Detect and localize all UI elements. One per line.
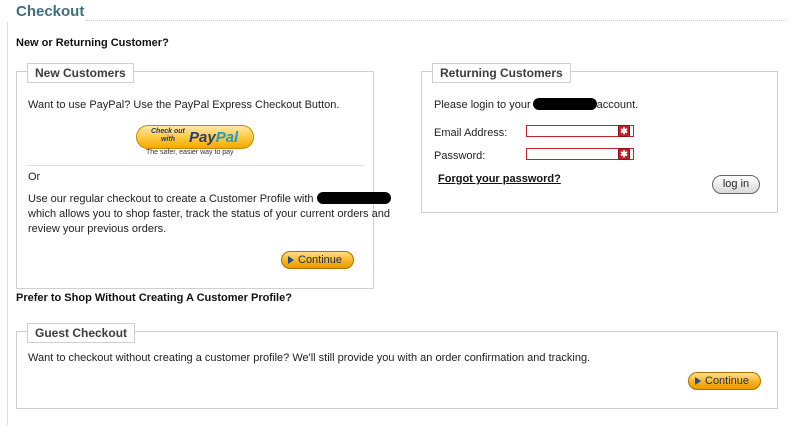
new-or-returning-heading: New or Returning Customer? (16, 37, 169, 49)
guest-checkout-legend: Guest Checkout (27, 323, 136, 343)
redacted-store-name (532, 98, 597, 110)
section-divider (26, 165, 364, 166)
guest-checkout-panel: Guest Checkout Want to checkout without … (16, 323, 778, 409)
returning-customers-panel: Returning Customers Please login to your… (421, 63, 778, 213)
forgot-password-link[interactable]: Forgot your password? (438, 173, 561, 185)
new-customers-panel: New Customers Want to use PayPal? Use th… (16, 63, 391, 289)
regular-checkout-text: Use our regular checkout to create a Cus… (28, 192, 391, 235)
required-asterisk-icon: ✱ (618, 148, 630, 160)
arrow-right-icon (288, 256, 294, 264)
new-customer-continue-button[interactable]: Continue (281, 251, 354, 269)
page-title: Checkout (16, 3, 85, 20)
or-label: Or (28, 171, 41, 183)
redacted-store-name (316, 192, 391, 204)
required-asterisk-icon: ✱ (618, 125, 630, 137)
paypal-intro-text: Want to use PayPal? Use the PayPal Expre… (28, 99, 340, 111)
login-button[interactable]: log in (712, 175, 760, 194)
paypal-tagline: The safer, easier way to pay (146, 149, 234, 156)
returning-customers-legend: Returning Customers (432, 63, 571, 83)
email-label: Email Address: (434, 127, 508, 139)
paypal-logo: PayPal (189, 129, 239, 146)
password-label: Password: (434, 150, 486, 162)
new-customers-legend: New Customers (27, 63, 134, 83)
guest-continue-button[interactable]: Continue (688, 372, 761, 390)
guest-checkout-prompt: Prefer to Shop Without Creating A Custom… (16, 292, 292, 304)
paypal-checkout-text: Check out with (151, 128, 185, 143)
arrow-right-icon (695, 377, 701, 385)
title-divider (86, 20, 786, 21)
page-left-border (7, 22, 8, 425)
guest-checkout-description: Want to checkout without creating a cust… (28, 352, 591, 364)
login-intro-text: Please login to your account. (434, 98, 639, 111)
paypal-express-checkout-button[interactable]: Check out with PayPal (136, 125, 254, 149)
